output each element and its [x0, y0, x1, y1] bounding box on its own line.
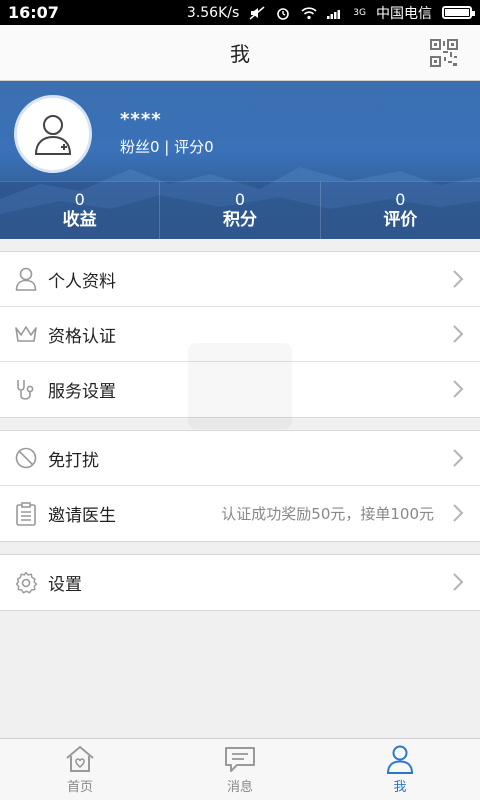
watermark-logo	[188, 343, 292, 429]
user-name: ****	[120, 109, 162, 130]
chat-bubble-icon	[225, 747, 255, 772]
bottom-tab-bar: 首页 消息 我	[0, 738, 480, 800]
stat-earnings[interactable]: 0 收益	[0, 182, 161, 239]
menu-item-do-not-disturb[interactable]: 免打扰	[0, 431, 480, 486]
person-icon	[14, 267, 38, 291]
profile-header: **** 粉丝0 | 评分0 0 收益 0 积分 0 评价	[0, 81, 480, 239]
mute-icon	[249, 5, 265, 20]
page-title: 我	[230, 42, 250, 66]
chevron-right-icon	[453, 449, 464, 467]
stat-value: 0	[234, 189, 246, 209]
status-time: 16:07	[8, 3, 59, 22]
avatar[interactable]	[14, 95, 92, 173]
tab-label: 消息	[226, 780, 253, 795]
stat-label: 评价	[383, 209, 418, 230]
network-speed: 3.56K/s	[186, 4, 240, 21]
chevron-right-icon	[453, 504, 464, 522]
tab-label: 首页	[66, 780, 93, 795]
menu-item-invite-doctor[interactable]: 邀请医生 认证成功奖励50元，接单100元	[0, 486, 480, 541]
carrier-name: 中国电信	[376, 5, 432, 22]
network-type: 3G	[353, 7, 366, 18]
stethoscope-icon	[14, 378, 38, 402]
doctor-avatar-icon	[34, 115, 72, 155]
qr-code-icon[interactable]	[430, 39, 458, 67]
no-disturb-icon	[14, 446, 38, 470]
tab-home[interactable]: 首页	[0, 739, 160, 800]
gear-icon	[14, 571, 38, 595]
tab-messages[interactable]: 消息	[160, 739, 320, 800]
user-icon	[386, 745, 414, 774]
alarm-icon	[277, 7, 290, 20]
stats-bar: 0 收益 0 积分 0 评价	[0, 181, 480, 239]
chevron-right-icon	[453, 380, 464, 398]
menu-item-label: 设置	[48, 575, 82, 595]
crown-icon	[14, 322, 38, 346]
wifi-icon	[301, 6, 317, 19]
tab-me[interactable]: 我	[320, 739, 480, 800]
signal-icon	[327, 9, 341, 19]
chevron-right-icon	[453, 325, 464, 343]
menu-item-label: 个人资料	[48, 271, 116, 292]
menu-group-other: 免打扰 邀请医生 认证成功奖励50元，接单100元	[0, 430, 480, 542]
menu-item-personal-info[interactable]: 个人资料	[0, 252, 480, 307]
stat-points[interactable]: 0 积分	[160, 182, 321, 239]
stat-reviews[interactable]: 0 评价	[321, 182, 480, 239]
stat-value: 0	[74, 189, 85, 209]
chevron-right-icon	[453, 573, 464, 591]
menu-item-label: 服务设置	[48, 382, 116, 402]
menu-group-settings: 设置	[0, 554, 480, 611]
battery-icon	[442, 6, 475, 19]
menu-item-label: 资格认证	[48, 326, 116, 347]
tab-label: 我	[393, 780, 407, 795]
stat-label: 积分	[222, 209, 257, 230]
menu-item-label: 免打扰	[48, 450, 99, 471]
user-fans-rating: 粉丝0 | 评分0	[120, 138, 214, 156]
stat-value: 0	[395, 189, 406, 209]
stat-label: 收益	[62, 209, 97, 230]
invite-reward-text: 认证成功奖励50元，接单100元	[221, 505, 434, 523]
chevron-right-icon	[453, 270, 464, 288]
status-bar: 16:07 3.56K/s 3G 中国电信	[0, 0, 480, 25]
clipboard-icon	[14, 501, 38, 526]
menu-item-settings[interactable]: 设置	[0, 555, 480, 610]
title-bar: 我	[0, 25, 480, 81]
home-icon	[66, 745, 94, 772]
menu-item-label: 邀请医生	[48, 506, 116, 526]
